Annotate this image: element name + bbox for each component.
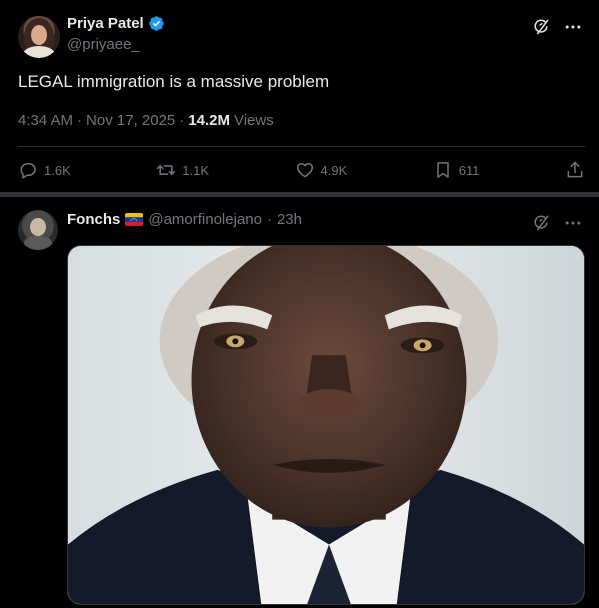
repost-icon	[157, 165, 176, 175]
views-label: Views	[233, 112, 274, 129]
author-name-row: Priya Patel	[67, 15, 165, 32]
meta-separator: ·	[266, 211, 272, 228]
post-action-bar: 1.6K 1.1K 4.9K 611	[18, 157, 585, 183]
author-display-name[interactable]: Priya Patel	[67, 15, 144, 32]
author-avatar[interactable]	[18, 16, 60, 58]
post-top-actions	[531, 17, 583, 37]
post-date[interactable]: Nov 17, 2025	[86, 112, 175, 129]
reply-author-name[interactable]: Fonchs	[67, 211, 120, 228]
venezuela-flag-icon	[125, 213, 144, 226]
main-post: Priya Patel @priyaee_ LEGAL immigration …	[0, 0, 599, 192]
reply-button[interactable]: 1.6K	[18, 160, 71, 180]
post-time[interactable]: 4:34 AM	[18, 112, 73, 129]
reply-top-actions	[531, 213, 583, 233]
more-icon[interactable]	[563, 213, 583, 233]
meta-separator: ·	[77, 112, 83, 129]
reply-media-image[interactable]	[67, 245, 585, 605]
reply-time[interactable]: 23h	[277, 211, 302, 228]
author-handle[interactable]: @priyaee_	[67, 36, 140, 53]
repost-count: 1.1K	[182, 162, 209, 178]
bookmark-icon	[437, 162, 449, 178]
views-count: 14.2M	[188, 112, 230, 129]
reply-count: 1.6K	[44, 162, 71, 178]
reply-author-handle[interactable]: @amorfinolejano	[148, 211, 262, 228]
share-button[interactable]	[565, 160, 585, 180]
post-text: LEGAL immigration is a massive problem	[18, 72, 330, 91]
post-meta: 4:34 AM · Nov 17, 2025 · 14.2M Views	[18, 112, 274, 129]
meta-separator: ·	[179, 112, 185, 129]
timeline: Priya Patel @priyaee_ LEGAL immigration …	[0, 0, 599, 608]
post-separator	[0, 192, 599, 197]
share-icon	[567, 161, 583, 178]
verified-badge-icon	[148, 16, 164, 31]
repost-button[interactable]: 1.1K	[156, 160, 209, 180]
grok-icon[interactable]	[531, 17, 551, 37]
divider	[18, 146, 585, 147]
like-icon	[296, 163, 313, 178]
reply-author-avatar[interactable]	[18, 210, 58, 250]
bookmark-count: 611	[458, 162, 480, 178]
like-count: 4.9K	[320, 162, 348, 178]
reply-header: Fonchs @amorfinolejano · 23h	[67, 211, 302, 228]
grok-icon[interactable]	[531, 213, 551, 233]
bookmark-button[interactable]: 611	[433, 160, 480, 180]
like-button[interactable]: 4.9K	[295, 160, 348, 180]
reply-icon	[20, 163, 36, 179]
portrait-photo	[68, 246, 584, 604]
more-icon[interactable]	[563, 17, 583, 37]
